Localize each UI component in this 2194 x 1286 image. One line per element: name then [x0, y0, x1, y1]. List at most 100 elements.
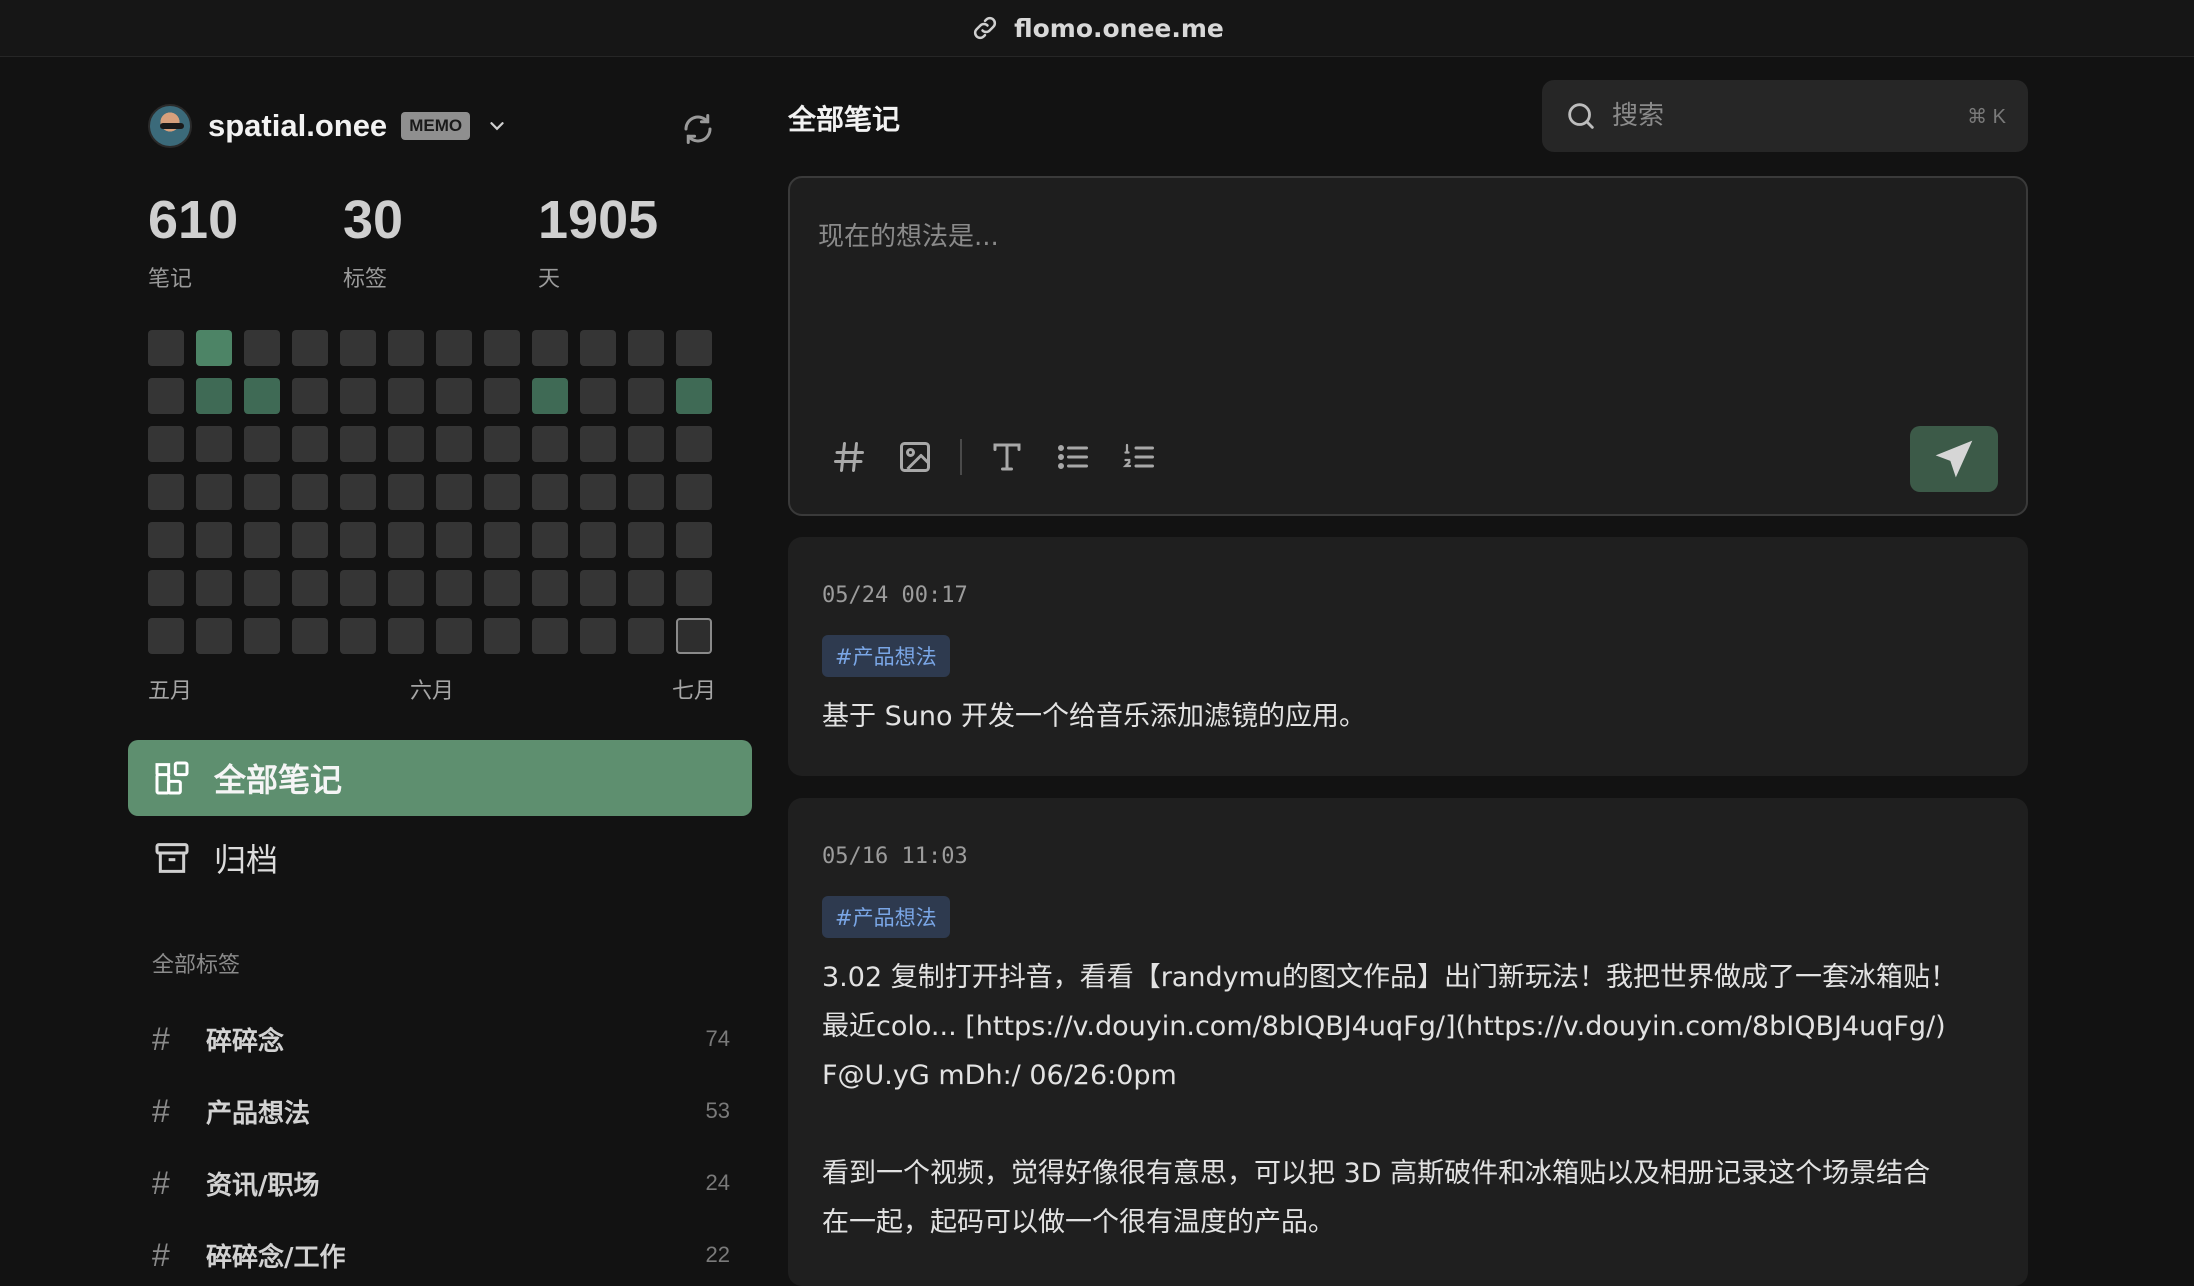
heatmap-cell[interactable]: [196, 474, 232, 510]
heatmap-cell[interactable]: [292, 426, 328, 462]
heatmap-cell[interactable]: [628, 378, 664, 414]
memo-input[interactable]: [818, 216, 1998, 366]
heatmap-cell[interactable]: [628, 522, 664, 558]
heatmap-cell[interactable]: [340, 378, 376, 414]
heatmap-cell[interactable]: [628, 570, 664, 606]
heatmap-cell[interactable]: [580, 330, 616, 366]
heatmap-cell[interactable]: [196, 330, 232, 366]
heatmap-cell[interactable]: [484, 426, 520, 462]
heatmap-cell[interactable]: [292, 618, 328, 654]
text-format-button[interactable]: [986, 436, 1028, 478]
heatmap-cell[interactable]: [148, 522, 184, 558]
heatmap-cell[interactable]: [532, 522, 568, 558]
heatmap-cell[interactable]: [388, 330, 424, 366]
heatmap-cell[interactable]: [388, 522, 424, 558]
heatmap-cell[interactable]: [340, 570, 376, 606]
chevron-down-icon[interactable]: [486, 115, 508, 137]
heatmap-cell[interactable]: [532, 474, 568, 510]
heatmap-cell[interactable]: [196, 570, 232, 606]
heatmap-cell[interactable]: [676, 426, 712, 462]
heatmap-cell[interactable]: [244, 522, 280, 558]
numbered-list-button[interactable]: [1118, 436, 1160, 478]
heatmap-cell[interactable]: [484, 474, 520, 510]
heatmap-cell[interactable]: [436, 378, 472, 414]
heatmap-cell[interactable]: [388, 426, 424, 462]
heatmap-cell[interactable]: [484, 522, 520, 558]
heatmap-cell[interactable]: [676, 618, 712, 654]
heatmap-cell[interactable]: [532, 618, 568, 654]
heatmap-cell[interactable]: [340, 330, 376, 366]
note-card[interactable]: 05/16 11:03 #产品想法 3.02 复制打开抖音，看看【randymu…: [788, 798, 2028, 1286]
sync-button[interactable]: [678, 109, 718, 149]
search-box[interactable]: ⌘ K: [1542, 80, 2028, 152]
bullet-list-button[interactable]: [1052, 436, 1094, 478]
heatmap-cell[interactable]: [388, 378, 424, 414]
heatmap-cell[interactable]: [292, 474, 328, 510]
heatmap-cell[interactable]: [196, 618, 232, 654]
heatmap-cell[interactable]: [484, 618, 520, 654]
heatmap-cell[interactable]: [388, 474, 424, 510]
heatmap-cell[interactable]: [244, 618, 280, 654]
heatmap-cell[interactable]: [340, 522, 376, 558]
heatmap-cell[interactable]: [388, 618, 424, 654]
username[interactable]: spatial.onee: [208, 108, 387, 144]
heatmap-cell[interactable]: [436, 474, 472, 510]
heatmap-cell[interactable]: [340, 426, 376, 462]
heatmap-cell[interactable]: [580, 570, 616, 606]
heatmap-cell[interactable]: [292, 378, 328, 414]
tag-item[interactable]: # 碎碎念/工作 22: [152, 1227, 730, 1283]
heatmap-cell[interactable]: [676, 474, 712, 510]
heatmap-cell[interactable]: [532, 378, 568, 414]
heatmap-cell[interactable]: [580, 378, 616, 414]
heatmap-cell[interactable]: [628, 618, 664, 654]
heatmap-cell[interactable]: [628, 474, 664, 510]
heatmap-cell[interactable]: [244, 378, 280, 414]
heatmap-cell[interactable]: [580, 426, 616, 462]
heatmap-cell[interactable]: [148, 330, 184, 366]
heatmap-cell[interactable]: [148, 570, 184, 606]
tag-item[interactable]: # 产品想法 53: [152, 1083, 730, 1139]
heatmap-cell[interactable]: [196, 378, 232, 414]
heatmap-cell[interactable]: [196, 522, 232, 558]
heatmap-cell[interactable]: [148, 378, 184, 414]
heatmap-cell[interactable]: [436, 522, 472, 558]
heatmap-cell[interactable]: [436, 618, 472, 654]
heatmap-cell[interactable]: [580, 522, 616, 558]
heatmap-cell[interactable]: [580, 474, 616, 510]
heatmap-cell[interactable]: [676, 522, 712, 558]
nav-all-notes[interactable]: 全部笔记: [128, 740, 752, 816]
send-button[interactable]: [1910, 426, 1998, 492]
heatmap-cell[interactable]: [676, 570, 712, 606]
heatmap-cell[interactable]: [628, 426, 664, 462]
heatmap-cell[interactable]: [244, 570, 280, 606]
heatmap-cell[interactable]: [196, 426, 232, 462]
search-input[interactable]: [1612, 101, 1968, 131]
nav-archive[interactable]: 归档: [128, 820, 752, 896]
heatmap-cell[interactable]: [676, 330, 712, 366]
note-line[interactable]: 最近colo... [https://v.douyin.com/8bIQBJ4u…: [822, 1002, 2002, 1051]
heatmap-cell[interactable]: [532, 570, 568, 606]
heatmap-cell[interactable]: [436, 330, 472, 366]
tag-item[interactable]: # 资讯/职场 24: [152, 1155, 730, 1211]
heatmap-cell[interactable]: [292, 330, 328, 366]
note-card[interactable]: 05/24 00:17 #产品想法 基于 Suno 开发一个给音乐添加滤镜的应用…: [788, 537, 2028, 776]
heatmap-cell[interactable]: [388, 570, 424, 606]
heatmap-cell[interactable]: [484, 330, 520, 366]
heatmap-cell[interactable]: [244, 330, 280, 366]
heatmap-cell[interactable]: [340, 618, 376, 654]
address-bar[interactable]: flomo.onee.me: [0, 0, 2194, 57]
heatmap-cell[interactable]: [148, 474, 184, 510]
heatmap-cell[interactable]: [580, 618, 616, 654]
heatmap-cell[interactable]: [436, 426, 472, 462]
heatmap-cell[interactable]: [484, 570, 520, 606]
heatmap-cell[interactable]: [628, 330, 664, 366]
image-button[interactable]: [894, 436, 936, 478]
tag-item[interactable]: # 碎碎念 74: [152, 1011, 730, 1067]
note-tag[interactable]: #产品想法: [822, 896, 950, 938]
tag-button[interactable]: [828, 436, 870, 478]
heatmap-cell[interactable]: [292, 522, 328, 558]
heatmap-cell[interactable]: [676, 378, 712, 414]
heatmap-cell[interactable]: [436, 570, 472, 606]
heatmap-cell[interactable]: [148, 426, 184, 462]
heatmap-cell[interactable]: [244, 474, 280, 510]
